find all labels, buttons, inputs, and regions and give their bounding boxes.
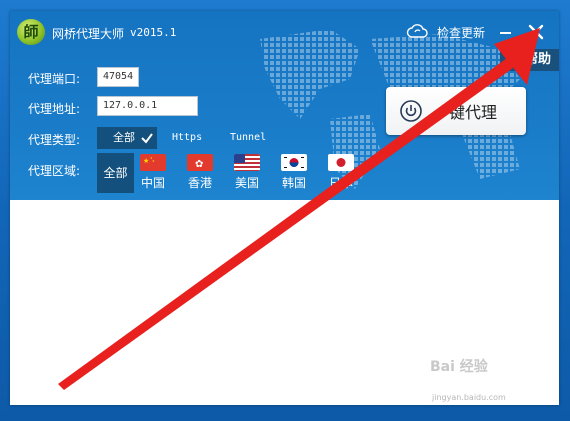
svg-text:✿: ✿ [195, 159, 203, 170]
region-label-usa: 美国 [234, 176, 259, 190]
close-icon[interactable] [525, 21, 547, 43]
check-icon [141, 133, 153, 144]
port-field[interactable]: 47054 [97, 67, 139, 87]
app-title: 网桥代理大师 [52, 27, 125, 41]
one-key-proxy-label: 一键代理 [433, 103, 498, 122]
region-label-china: 中国 [140, 176, 165, 190]
region-label-japan: 日本 [328, 176, 353, 190]
svg-text:★: ★ [152, 159, 155, 163]
region-option-hongkong[interactable]: ✿ 香港 [183, 154, 217, 191]
region-label: 代理区域: [28, 164, 81, 178]
address-label: 代理地址: [28, 102, 81, 116]
china-flag-icon: ★ ★ ★ [140, 154, 166, 171]
address-field[interactable]: 127.0.0.1 [97, 96, 198, 116]
region-option-usa[interactable]: 美国 [230, 154, 264, 191]
help-tab[interactable]: 帮助 [500, 49, 559, 71]
app-version: v2015.1 [130, 26, 177, 39]
svg-text:★: ★ [143, 157, 149, 165]
region-option-all[interactable]: 全部 [97, 153, 134, 193]
port-label: 代理端口: [28, 72, 81, 86]
region-option-korea[interactable]: 韩国 [277, 154, 311, 191]
region-label-korea: 韩国 [281, 176, 306, 190]
region-label-hongkong: 香港 [187, 176, 212, 190]
watermark-logo: Bai 经验 [430, 359, 488, 375]
watermark-url: jingyan.baidu.com [432, 393, 506, 402]
minimize-button[interactable] [496, 21, 516, 41]
japan-flag-icon [328, 154, 354, 171]
usa-flag-icon [234, 154, 260, 171]
type-option-all[interactable]: 全部 [97, 127, 157, 149]
app-window: 師 网桥代理大师 v2015.1 检查更新 帮助 代理端口: 47054 代理地… [10, 11, 559, 405]
power-icon [400, 100, 422, 122]
type-label: 代理类型: [28, 133, 81, 147]
check-update-link[interactable]: 检查更新 [437, 24, 485, 41]
app-logo: 師 [17, 19, 45, 45]
hongkong-flag-icon: ✿ [187, 154, 213, 171]
korea-flag-icon [281, 154, 307, 171]
cloud-refresh-icon[interactable] [406, 23, 428, 39]
region-option-china[interactable]: ★ ★ ★ 中国 [136, 154, 170, 191]
desktop-background: 師 网桥代理大师 v2015.1 检查更新 帮助 代理端口: 47054 代理地… [0, 0, 570, 421]
type-option-label: 全部 [113, 131, 135, 144]
type-option-https[interactable]: Https [172, 127, 202, 149]
window-header: 師 网桥代理大师 v2015.1 检查更新 帮助 代理端口: 47054 代理地… [10, 11, 559, 200]
one-key-proxy-button[interactable]: 一键代理 [386, 87, 526, 135]
type-option-tunnel[interactable]: Tunnel [230, 127, 266, 149]
region-option-japan[interactable]: 日本 [324, 154, 358, 191]
